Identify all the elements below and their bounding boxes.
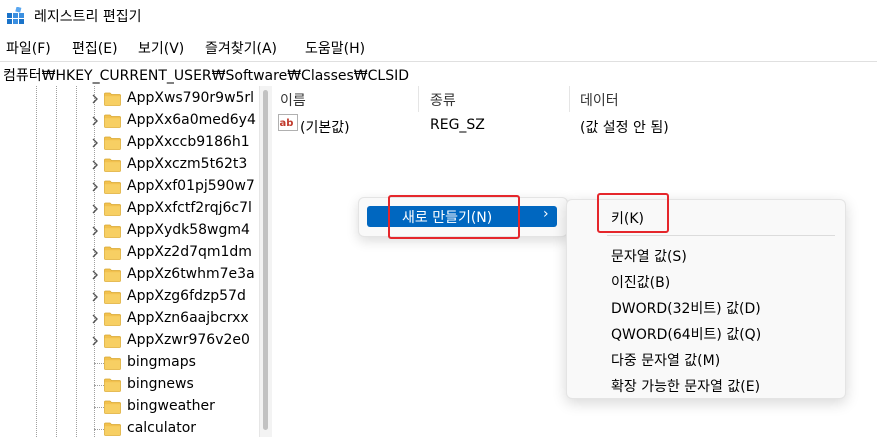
address-path[interactable]: 컴퓨터₩HKEY_CURRENT_USER₩Software₩Classes₩C… xyxy=(3,65,409,85)
tree-item-label: AppXws790r9w5rl xyxy=(127,90,255,106)
tree-guide-line xyxy=(94,407,104,408)
annotation-highlight-key xyxy=(597,193,669,233)
tree-item-label: AppXx6a0med6y4 xyxy=(127,112,256,128)
tree-item-label: AppXxccb9186h1 xyxy=(127,134,250,150)
submenu-item-dword-value[interactable]: DWORD(32비트) 값(D) xyxy=(611,298,761,318)
chevron-right-icon[interactable] xyxy=(89,247,101,259)
folder-icon xyxy=(104,158,121,172)
tree-item-label: AppXzn6aajbcrxx xyxy=(127,310,249,326)
tree-guide-line xyxy=(94,363,104,364)
tree-item-label: AppXydk58wgm4 xyxy=(127,222,250,238)
tree-item[interactable]: bingweather xyxy=(0,396,268,418)
folder-icon xyxy=(104,224,121,238)
folder-icon xyxy=(104,114,121,128)
tree-item[interactable]: AppXzn6aajbcrxx xyxy=(0,308,268,330)
title-bar: 레지스트리 편집기 xyxy=(0,0,877,32)
tree-item-label: AppXz2d7qm1dm xyxy=(127,244,252,260)
tree-item[interactable]: bingnews xyxy=(0,374,268,396)
tree-item-label: bingnews xyxy=(127,376,194,392)
tree-item[interactable]: AppXx6a0med6y4 xyxy=(0,110,268,132)
folder-icon xyxy=(104,400,121,414)
svg-text:ab: ab xyxy=(280,118,294,129)
tree-item[interactable]: AppXzg6fdzp57d xyxy=(0,286,268,308)
folder-icon xyxy=(104,92,121,106)
column-header-data[interactable]: 데이터 xyxy=(580,90,619,110)
menu-help[interactable]: 도움말(H) xyxy=(305,38,365,58)
tree-item-label: calculator xyxy=(127,420,197,436)
submenu-item-binary-value[interactable]: 이진값(B) xyxy=(611,272,670,292)
tree-scrollbar-thumb[interactable] xyxy=(263,90,268,430)
menu-file[interactable]: 파일(F) xyxy=(6,38,51,58)
annotation-highlight-new xyxy=(388,195,520,239)
tree-item-label: AppXxf01pj590w7 xyxy=(127,178,255,194)
chevron-right-icon[interactable] xyxy=(89,137,101,149)
window-title: 레지스트리 편집기 xyxy=(34,9,142,25)
value-name: (기본값) xyxy=(300,120,350,136)
column-header-type[interactable]: 종류 xyxy=(430,90,456,110)
folder-icon xyxy=(104,246,121,260)
chevron-right-icon[interactable] xyxy=(89,291,101,303)
submenu-item-multi-string-value[interactable]: 다중 문자열 값(M) xyxy=(611,350,720,370)
folder-icon xyxy=(104,356,121,370)
tree-item[interactable]: AppXws790r9w5rl xyxy=(0,88,268,110)
column-divider[interactable] xyxy=(569,86,570,112)
menu-edit[interactable]: 편집(E) xyxy=(72,38,118,58)
folder-icon xyxy=(104,268,121,282)
menu-favorites[interactable]: 즐겨찾기(A) xyxy=(205,38,277,58)
chevron-right-icon[interactable] xyxy=(89,203,101,215)
tree-item-label: bingweather xyxy=(127,398,215,414)
menu-bar: 파일(F) 편집(E) 보기(V) 즐겨찾기(A) 도움말(H) xyxy=(0,34,877,60)
submenu-divider xyxy=(607,235,835,236)
tree-item-label: AppXz6twhm7e3a xyxy=(127,266,255,282)
submenu-item-expandable-string-value[interactable]: 확장 가능한 문자열 값(E) xyxy=(611,376,760,396)
folder-icon xyxy=(104,334,121,348)
folder-icon xyxy=(104,180,121,194)
chevron-right-icon[interactable] xyxy=(89,313,101,325)
tree-scrollbar[interactable] xyxy=(259,86,272,437)
tree-item-label: bingmaps xyxy=(127,354,196,370)
tree-item[interactable]: AppXxf01pj590w7 xyxy=(0,176,268,198)
tree-item-label: AppXxfctf2rqj6c7l xyxy=(127,200,252,216)
submenu-arrow-icon: › xyxy=(543,206,549,222)
chevron-right-icon[interactable] xyxy=(89,159,101,171)
chevron-right-icon[interactable] xyxy=(89,269,101,281)
chevron-right-icon[interactable] xyxy=(89,93,101,105)
tree-item-label: AppXxczm5t62t3 xyxy=(127,156,248,172)
address-bar[interactable]: 컴퓨터₩HKEY_CURRENT_USER₩Software₩Classes₩C… xyxy=(0,61,877,87)
tree-guide-line xyxy=(94,429,104,430)
tree-item-label: AppXzwr976v2e0 xyxy=(127,332,250,348)
folder-icon xyxy=(104,202,121,216)
tree-guide-line xyxy=(94,385,104,386)
tree-item[interactable]: AppXxccb9186h1 xyxy=(0,132,268,154)
tree-pane[interactable]: AppXws790r9w5rl AppXx6a0med6y4 AppXxccb918… xyxy=(0,86,268,437)
folder-icon xyxy=(104,136,121,150)
folder-icon xyxy=(104,290,121,304)
chevron-right-icon[interactable] xyxy=(89,115,101,127)
tree-item[interactable]: AppXz2d7qm1dm xyxy=(0,242,268,264)
chevron-right-icon[interactable] xyxy=(89,181,101,193)
tree-item[interactable]: AppXydk58wgm4 xyxy=(0,220,268,242)
tree-item[interactable]: AppXxfctf2rqj6c7l xyxy=(0,198,268,220)
string-value-icon: ab xyxy=(278,114,298,131)
submenu-item-qword-value[interactable]: QWORD(64비트) 값(Q) xyxy=(611,324,761,344)
tree-item[interactable]: calculator xyxy=(0,418,268,437)
value-data: (값 설정 안 됨) xyxy=(580,120,669,136)
tree-item[interactable]: AppXz6twhm7e3a xyxy=(0,264,268,286)
tree-item-label: AppXzg6fdzp57d xyxy=(127,288,246,304)
tree-item[interactable]: AppXxczm5t62t3 xyxy=(0,154,268,176)
column-header-name[interactable]: 이름 xyxy=(280,90,306,110)
chevron-right-icon[interactable] xyxy=(89,335,101,347)
menu-view[interactable]: 보기(V) xyxy=(138,38,184,58)
tree-item[interactable]: bingmaps xyxy=(0,352,268,374)
chevron-right-icon[interactable] xyxy=(89,225,101,237)
value-type: REG_SZ xyxy=(430,117,485,133)
tree-item[interactable]: AppXzwr976v2e0 xyxy=(0,330,268,352)
regedit-icon xyxy=(7,7,24,24)
folder-icon xyxy=(104,378,121,392)
column-divider[interactable] xyxy=(418,86,419,112)
folder-icon xyxy=(104,422,121,436)
submenu-item-string-value[interactable]: 문자열 값(S) xyxy=(611,246,687,266)
folder-icon xyxy=(104,312,121,326)
